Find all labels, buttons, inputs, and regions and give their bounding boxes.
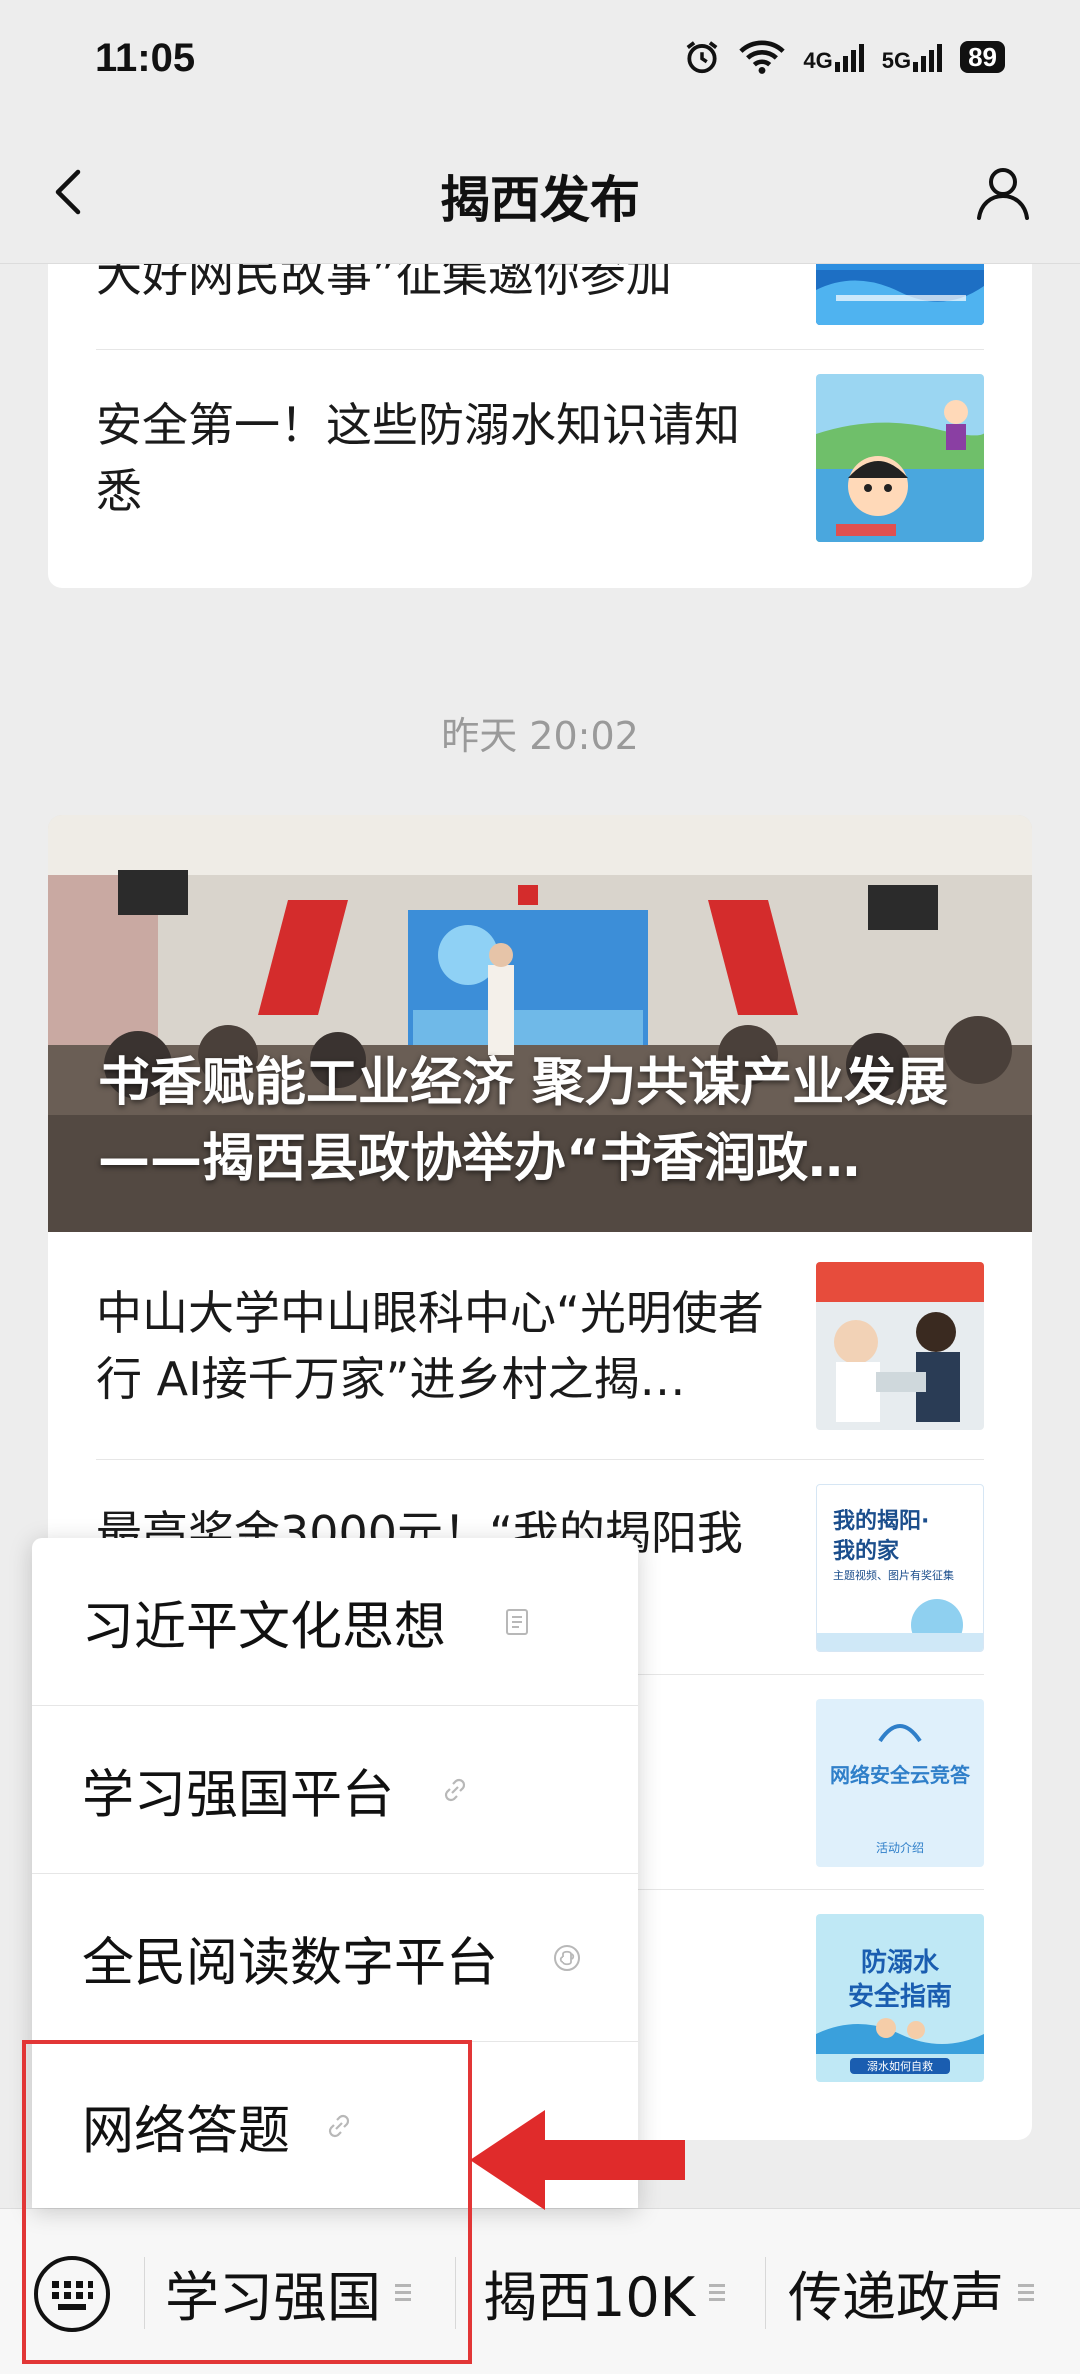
- thumb-heading: 网络安全云竞答: [830, 1763, 970, 1787]
- thumb-heading-1: 我的揭阳·: [833, 1509, 930, 1534]
- signal-4g-icon: 4G: [803, 42, 864, 72]
- message-timestamp: 昨天 20:02: [441, 714, 639, 758]
- bottom-menu-label: 揭西10K: [483, 2265, 696, 2329]
- article-title: 中山大学中山眼科中心“光明使者行 AI接千万家”进乡村之揭…: [96, 1286, 764, 1406]
- thumb-heading-1: 防溺水: [860, 1948, 939, 1978]
- article-thumbnail: 防溺水 安全指南 溺水如何自救: [816, 1914, 984, 2082]
- article-icon: [506, 1608, 528, 1635]
- thumb-subtitle: 主题视频、图片有奖征集: [833, 1569, 954, 1582]
- status-icons: 4G 5G 89: [683, 38, 1005, 76]
- thumb-heading-2: 我的家: [833, 1539, 900, 1564]
- profile-icon[interactable]: [971, 160, 1035, 224]
- mini-program-icon: [554, 1944, 580, 1971]
- hero-title: 书香赋能工业经济 聚力共谋产业发展——揭西县政协举办“书香润政…: [98, 1053, 949, 1189]
- menu-item-label: 全民阅读数字平台: [82, 1933, 499, 1993]
- bottom-menu-label: 传递政声: [788, 2265, 1004, 2329]
- article-thumbnail: 我的揭阳· 我的家 主题视频、图片有奖征集: [816, 1484, 984, 1652]
- menu-item-national-reading-platform[interactable]: 全民阅读数字平台: [32, 1874, 638, 2042]
- article-thumbnail: 网络安全云竞答 活动介绍: [816, 1699, 984, 1867]
- menu-item-xuexi-qiangguo-platform[interactable]: 学习强国平台: [32, 1706, 638, 1874]
- thumb-subtitle: 活动介绍: [875, 1841, 924, 1855]
- article-thumbnail: [816, 1262, 984, 1430]
- highlight-box: [22, 2040, 472, 2364]
- status-bar: 11:05 4G 5G 89: [0, 0, 1080, 120]
- signal-5g-icon: 5G: [882, 42, 943, 72]
- thumb-subtitle: 溺水如何自救: [850, 2058, 950, 2074]
- menu-lines-icon: [709, 2283, 726, 2301]
- menu-lines-icon: [1018, 2283, 1034, 2301]
- menu-item-label: 学习强国平台: [82, 1765, 395, 1825]
- article-thumbnail: [816, 374, 984, 542]
- bottom-menu-jiexi-10k[interactable]: 揭西10K: [483, 2209, 726, 2374]
- menu-item-label: 习近平文化思想: [82, 1597, 447, 1657]
- link-icon: [444, 1778, 466, 1801]
- article-row[interactable]: 中山大学中山眼科中心“光明使者行 AI接千万家”进乡村之揭…: [96, 1232, 984, 1460]
- page-title: 揭西发布: [440, 171, 640, 229]
- thumb-heading-2: 安全指南: [847, 1982, 952, 2012]
- red-arrow-icon: [470, 2110, 685, 2210]
- hero-article[interactable]: 书香赋能工业经济 聚力共谋产业发展——揭西县政协举办“书香润政…: [48, 815, 1032, 1232]
- nav-bar: 揭西发布: [0, 120, 1080, 264]
- bottom-menu-chuandi-zhengsheng[interactable]: 传递政声: [788, 2209, 1034, 2374]
- article-row[interactable]: 安全第一！这些防溺水知识请知悉: [96, 350, 984, 588]
- divider: [765, 2257, 766, 2329]
- status-time: 11:05: [95, 36, 196, 80]
- alarm-icon: [686, 41, 718, 74]
- wifi-icon: [739, 40, 786, 74]
- article-title: 安全第一！这些防溺水知识请知悉: [96, 398, 740, 518]
- battery-indicator: 89: [960, 41, 1005, 73]
- menu-item-xi-culture-thought[interactable]: 习近平文化思想: [32, 1538, 638, 1706]
